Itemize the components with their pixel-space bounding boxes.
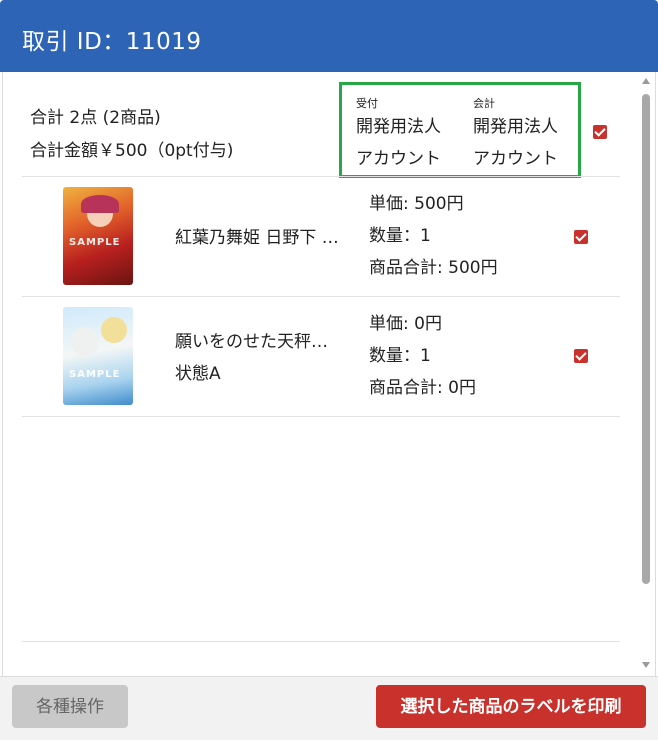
- modal-header: 取引 ID：11019: [0, 0, 658, 72]
- cashier-staff: 会計 開発用法人 アカウント: [473, 97, 558, 175]
- divider: [22, 416, 620, 417]
- item-checkbox[interactable]: [574, 349, 588, 363]
- print-labels-button[interactable]: 選択した商品のラベルを印刷: [376, 685, 646, 728]
- card-sample-watermark: SAMPLE: [69, 237, 121, 248]
- card-image: SAMPLE: [63, 307, 133, 405]
- card-image: SAMPLE: [63, 187, 133, 285]
- divider: [22, 296, 620, 297]
- item-name-text: 願いをのせた天秤…: [175, 332, 328, 352]
- reception-label: 受付: [356, 97, 378, 110]
- item-name: 願いをのせた天秤… 状態A: [175, 326, 328, 390]
- select-all-checkbox[interactable]: [593, 125, 607, 139]
- cashier-name-line1: 開発用法人: [473, 117, 558, 137]
- cashier-name-line2: アカウント: [473, 149, 558, 169]
- quantity: 数量：1: [369, 346, 431, 366]
- card-sample-watermark: SAMPLE: [69, 369, 121, 380]
- item-name: 紅葉乃舞姫 日野下 …: [175, 222, 339, 254]
- divider: [22, 176, 620, 177]
- cashier-label: 会計: [473, 97, 495, 110]
- item-condition: 状態A: [175, 364, 221, 384]
- item-prices: 単価: 0円 数量：1 商品合計: 0円: [369, 308, 476, 404]
- divider: [22, 641, 620, 642]
- unit-price: 単価: 500円: [369, 194, 464, 214]
- item-subtotal: 商品合計: 0円: [369, 378, 476, 398]
- item-subtotal: 商品合計: 500円: [369, 258, 498, 278]
- scroll-thumb[interactable]: [642, 94, 650, 584]
- reception-name-line1: 開発用法人: [356, 117, 441, 137]
- scrollbar[interactable]: [640, 76, 652, 673]
- transaction-summary: 合計 2点 (2商品) 合計金額￥500（0pt付与): [30, 102, 233, 168]
- total-amount: 合計金額￥500（0pt付与): [30, 141, 234, 161]
- reception-staff: 受付 開発用法人 アカウント: [356, 97, 441, 175]
- staff-info-box: 受付 開発用法人 アカウント 会計 開発用法人 アカウント: [339, 82, 581, 178]
- scroll-up-arrow-icon[interactable]: [642, 78, 650, 84]
- item-name-text: 紅葉乃舞姫 日野下 …: [175, 228, 339, 248]
- unit-price: 単価: 0円: [369, 314, 442, 334]
- operations-button[interactable]: 各種操作: [12, 685, 128, 728]
- quantity: 数量：1: [369, 226, 431, 246]
- item-checkbox[interactable]: [574, 230, 588, 244]
- reception-name-line2: アカウント: [356, 149, 441, 169]
- scroll-down-arrow-icon[interactable]: [642, 662, 650, 668]
- item-prices: 単価: 500円 数量：1 商品合計: 500円: [369, 188, 498, 284]
- transaction-id-title: 取引 ID：11019: [22, 29, 202, 55]
- total-count: 合計 2点 (2商品): [30, 108, 161, 128]
